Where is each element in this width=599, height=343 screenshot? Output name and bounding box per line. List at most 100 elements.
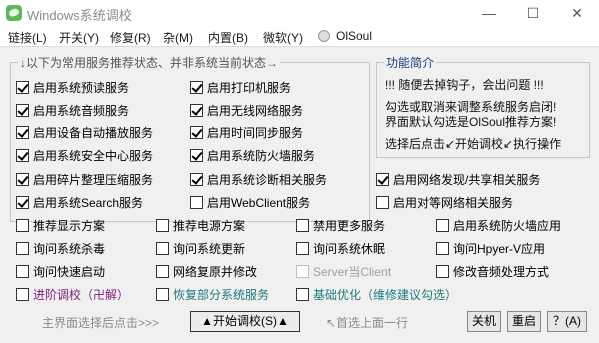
checkbox-box[interactable]	[156, 287, 169, 301]
checkbox-box[interactable]	[190, 172, 203, 186]
checkbox-label: 启用无线网络服务	[207, 103, 304, 118]
menu-repair[interactable]: 修复(R)	[110, 29, 151, 46]
checkbox-network-discovery-service[interactable]: 启用网络发现/共享相关服务	[376, 171, 540, 187]
checkbox-label: 询问系统杀毒	[33, 241, 106, 256]
checkbox-ask-fast-startup[interactable]: 询问快速启动	[16, 263, 105, 279]
checkbox-ask-hibernate[interactable]: 询问系统休眠	[296, 240, 385, 256]
checkbox-label: 启用系统防火墙应用	[453, 218, 562, 233]
checkbox-printer-service[interactable]: 启用打印机服务	[190, 79, 291, 95]
checkbox-label: 启用对等网络相关服务	[393, 195, 514, 210]
checkbox-ask-hyperv[interactable]: 询问Hpyer-V应用	[436, 240, 545, 256]
checkbox-advanced-tune[interactable]: 进阶调校（卍解）	[16, 286, 129, 302]
checkbox-disable-more-services[interactable]: 禁用更多服务	[296, 217, 385, 233]
checkbox-box	[296, 264, 309, 278]
checkbox-audio-service[interactable]: 启用系统音频服务	[16, 102, 129, 118]
menu-olsoul[interactable]: OlSoul	[336, 29, 372, 43]
checkbox-power-plan[interactable]: 推荐电源方案	[156, 217, 245, 233]
checkbox-label: 启用打印机服务	[207, 80, 292, 95]
checkbox-box[interactable]	[16, 172, 29, 186]
checkbox-label: 询问系统休眠	[313, 241, 386, 256]
checkbox-box[interactable]	[190, 80, 203, 94]
checkbox-label: 启用系统音频服务	[33, 103, 130, 118]
checkbox-box[interactable]	[156, 264, 169, 278]
start-tune-button[interactable]: ▲开始调校(S)▲	[190, 311, 300, 332]
maximize-button[interactable]: ☐	[511, 0, 555, 26]
checkbox-label: 启用系统Search服务	[33, 195, 144, 210]
minimize-button[interactable]: —	[467, 0, 511, 26]
checkbox-label: 启用网络发现/共享相关服务	[393, 172, 541, 187]
checkbox-ask-antivirus[interactable]: 询问系统杀毒	[16, 240, 105, 256]
services-group-legend: ↓以下为常用服务推荐状态、并非系统当前状态→	[18, 54, 281, 71]
checkbox-label: 询问系统更新	[173, 241, 246, 256]
checkbox-security-center-service[interactable]: 启用系统安全中心服务	[16, 147, 153, 163]
checkbox-label: 询问快速启动	[33, 264, 106, 279]
checkbox-autoplay-service[interactable]: 启用设备自动播放服务	[16, 124, 153, 140]
checkbox-label: 启用系统防火墙服务	[207, 148, 316, 163]
checkbox-box[interactable]	[190, 103, 203, 117]
checkbox-box[interactable]	[436, 218, 449, 232]
checkbox-label: 修改音频处理方式	[453, 264, 550, 279]
shutdown-button[interactable]: 关机	[467, 311, 501, 332]
checkbox-box[interactable]	[16, 125, 29, 139]
olsoul-logo-icon	[318, 30, 330, 42]
checkbox-ask-update[interactable]: 询问系统更新	[156, 240, 245, 256]
checkbox-box[interactable]	[16, 218, 29, 232]
main-panel: ↓以下为常用服务推荐状态、并非系统当前状态→ 功能简介 !!! 随便去掉钩子，会…	[0, 46, 599, 343]
app-leaf-icon	[6, 5, 22, 21]
checkbox-label: 基础优化（维修建议勾选）	[313, 287, 458, 302]
checkbox-box[interactable]	[190, 125, 203, 139]
checkbox-timesync-service[interactable]: 启用时间同步服务	[190, 124, 303, 140]
checkbox-box[interactable]	[156, 241, 169, 255]
checkbox-box[interactable]	[16, 80, 29, 94]
menu-microsoft[interactable]: 微软(Y)	[263, 29, 303, 46]
info-line: 选择后点击↙开始调校↙执行操作	[385, 137, 562, 151]
checkbox-audio-processing[interactable]: 修改音频处理方式	[436, 263, 549, 279]
checkbox-box[interactable]	[16, 148, 29, 162]
checkbox-search-service[interactable]: 启用系统Search服务	[16, 194, 143, 210]
menu-builtin[interactable]: 内置(B)	[208, 29, 248, 46]
checkbox-box[interactable]	[296, 287, 309, 301]
checkbox-box[interactable]	[16, 264, 29, 278]
title-bar[interactable]: Windows系统调校 — ☐ ✕	[0, 0, 599, 26]
checkbox-label: 询问Hpyer-V应用	[453, 241, 546, 256]
checkbox-box[interactable]	[376, 195, 389, 209]
checkbox-box[interactable]	[16, 287, 29, 301]
checkbox-label: 禁用更多服务	[313, 218, 386, 233]
checkbox-box[interactable]	[156, 218, 169, 232]
checkbox-box[interactable]	[16, 195, 29, 209]
checkbox-wireless-service[interactable]: 启用无线网络服务	[190, 102, 303, 118]
checkbox-box[interactable]	[436, 264, 449, 278]
close-button[interactable]: ✕	[555, 0, 599, 26]
restart-button[interactable]: 重启	[507, 311, 541, 332]
checkbox-box[interactable]	[190, 195, 203, 209]
checkbox-label: 进阶调校（卍解）	[33, 287, 130, 302]
checkbox-p2p-service[interactable]: 启用对等网络相关服务	[376, 194, 513, 210]
help-button[interactable]: ？(A)	[547, 311, 587, 332]
menu-link[interactable]: 链接(L)	[8, 29, 47, 46]
checkbox-box[interactable]	[376, 172, 389, 186]
checkbox-restore-services[interactable]: 恢复部分系统服务	[156, 286, 269, 302]
checkbox-box[interactable]	[16, 103, 29, 117]
checkbox-diagnostics-service[interactable]: 启用系统诊断相关服务	[190, 171, 327, 187]
checkbox-network-reset[interactable]: 网络复原并修改	[156, 263, 257, 279]
menu-bar: 链接(L) 开关(Y) 修复(R) 杂(M) 内置(B) 微软(Y) OlSou…	[0, 26, 599, 46]
menu-switch[interactable]: 开关(Y)	[59, 29, 99, 46]
checkbox-box[interactable]	[296, 218, 309, 232]
checkbox-defrag-service[interactable]: 启用碎片整理压缩服务	[16, 171, 153, 187]
checkbox-basic-optimize[interactable]: 基础优化（维修建议勾选）	[296, 286, 457, 302]
checkbox-prefetch-service[interactable]: 启用系统预读服务	[16, 79, 129, 95]
checkbox-firewall-service[interactable]: 启用系统防火墙服务	[190, 147, 315, 163]
menu-misc[interactable]: 杂(M)	[163, 29, 193, 46]
info-line: 界面默认勾选是OlSoul推荐方案!	[385, 115, 557, 129]
info-line: !!! 随便去掉钩子，会出问题 !!!	[385, 78, 544, 92]
checkbox-box[interactable]	[436, 241, 449, 255]
checkbox-box[interactable]	[16, 241, 29, 255]
checkbox-display-plan[interactable]: 推荐显示方案	[16, 217, 105, 233]
checkbox-label: 启用碎片整理压缩服务	[33, 172, 154, 187]
checkbox-box[interactable]	[296, 241, 309, 255]
checkbox-box[interactable]	[190, 148, 203, 162]
info-panel-title: 功能简介	[384, 54, 437, 71]
checkbox-firewall-app[interactable]: 启用系统防火墙应用	[436, 217, 561, 233]
checkbox-webclient-service[interactable]: 启用WebClient服务	[190, 194, 310, 210]
checkbox-label: 推荐电源方案	[173, 218, 246, 233]
